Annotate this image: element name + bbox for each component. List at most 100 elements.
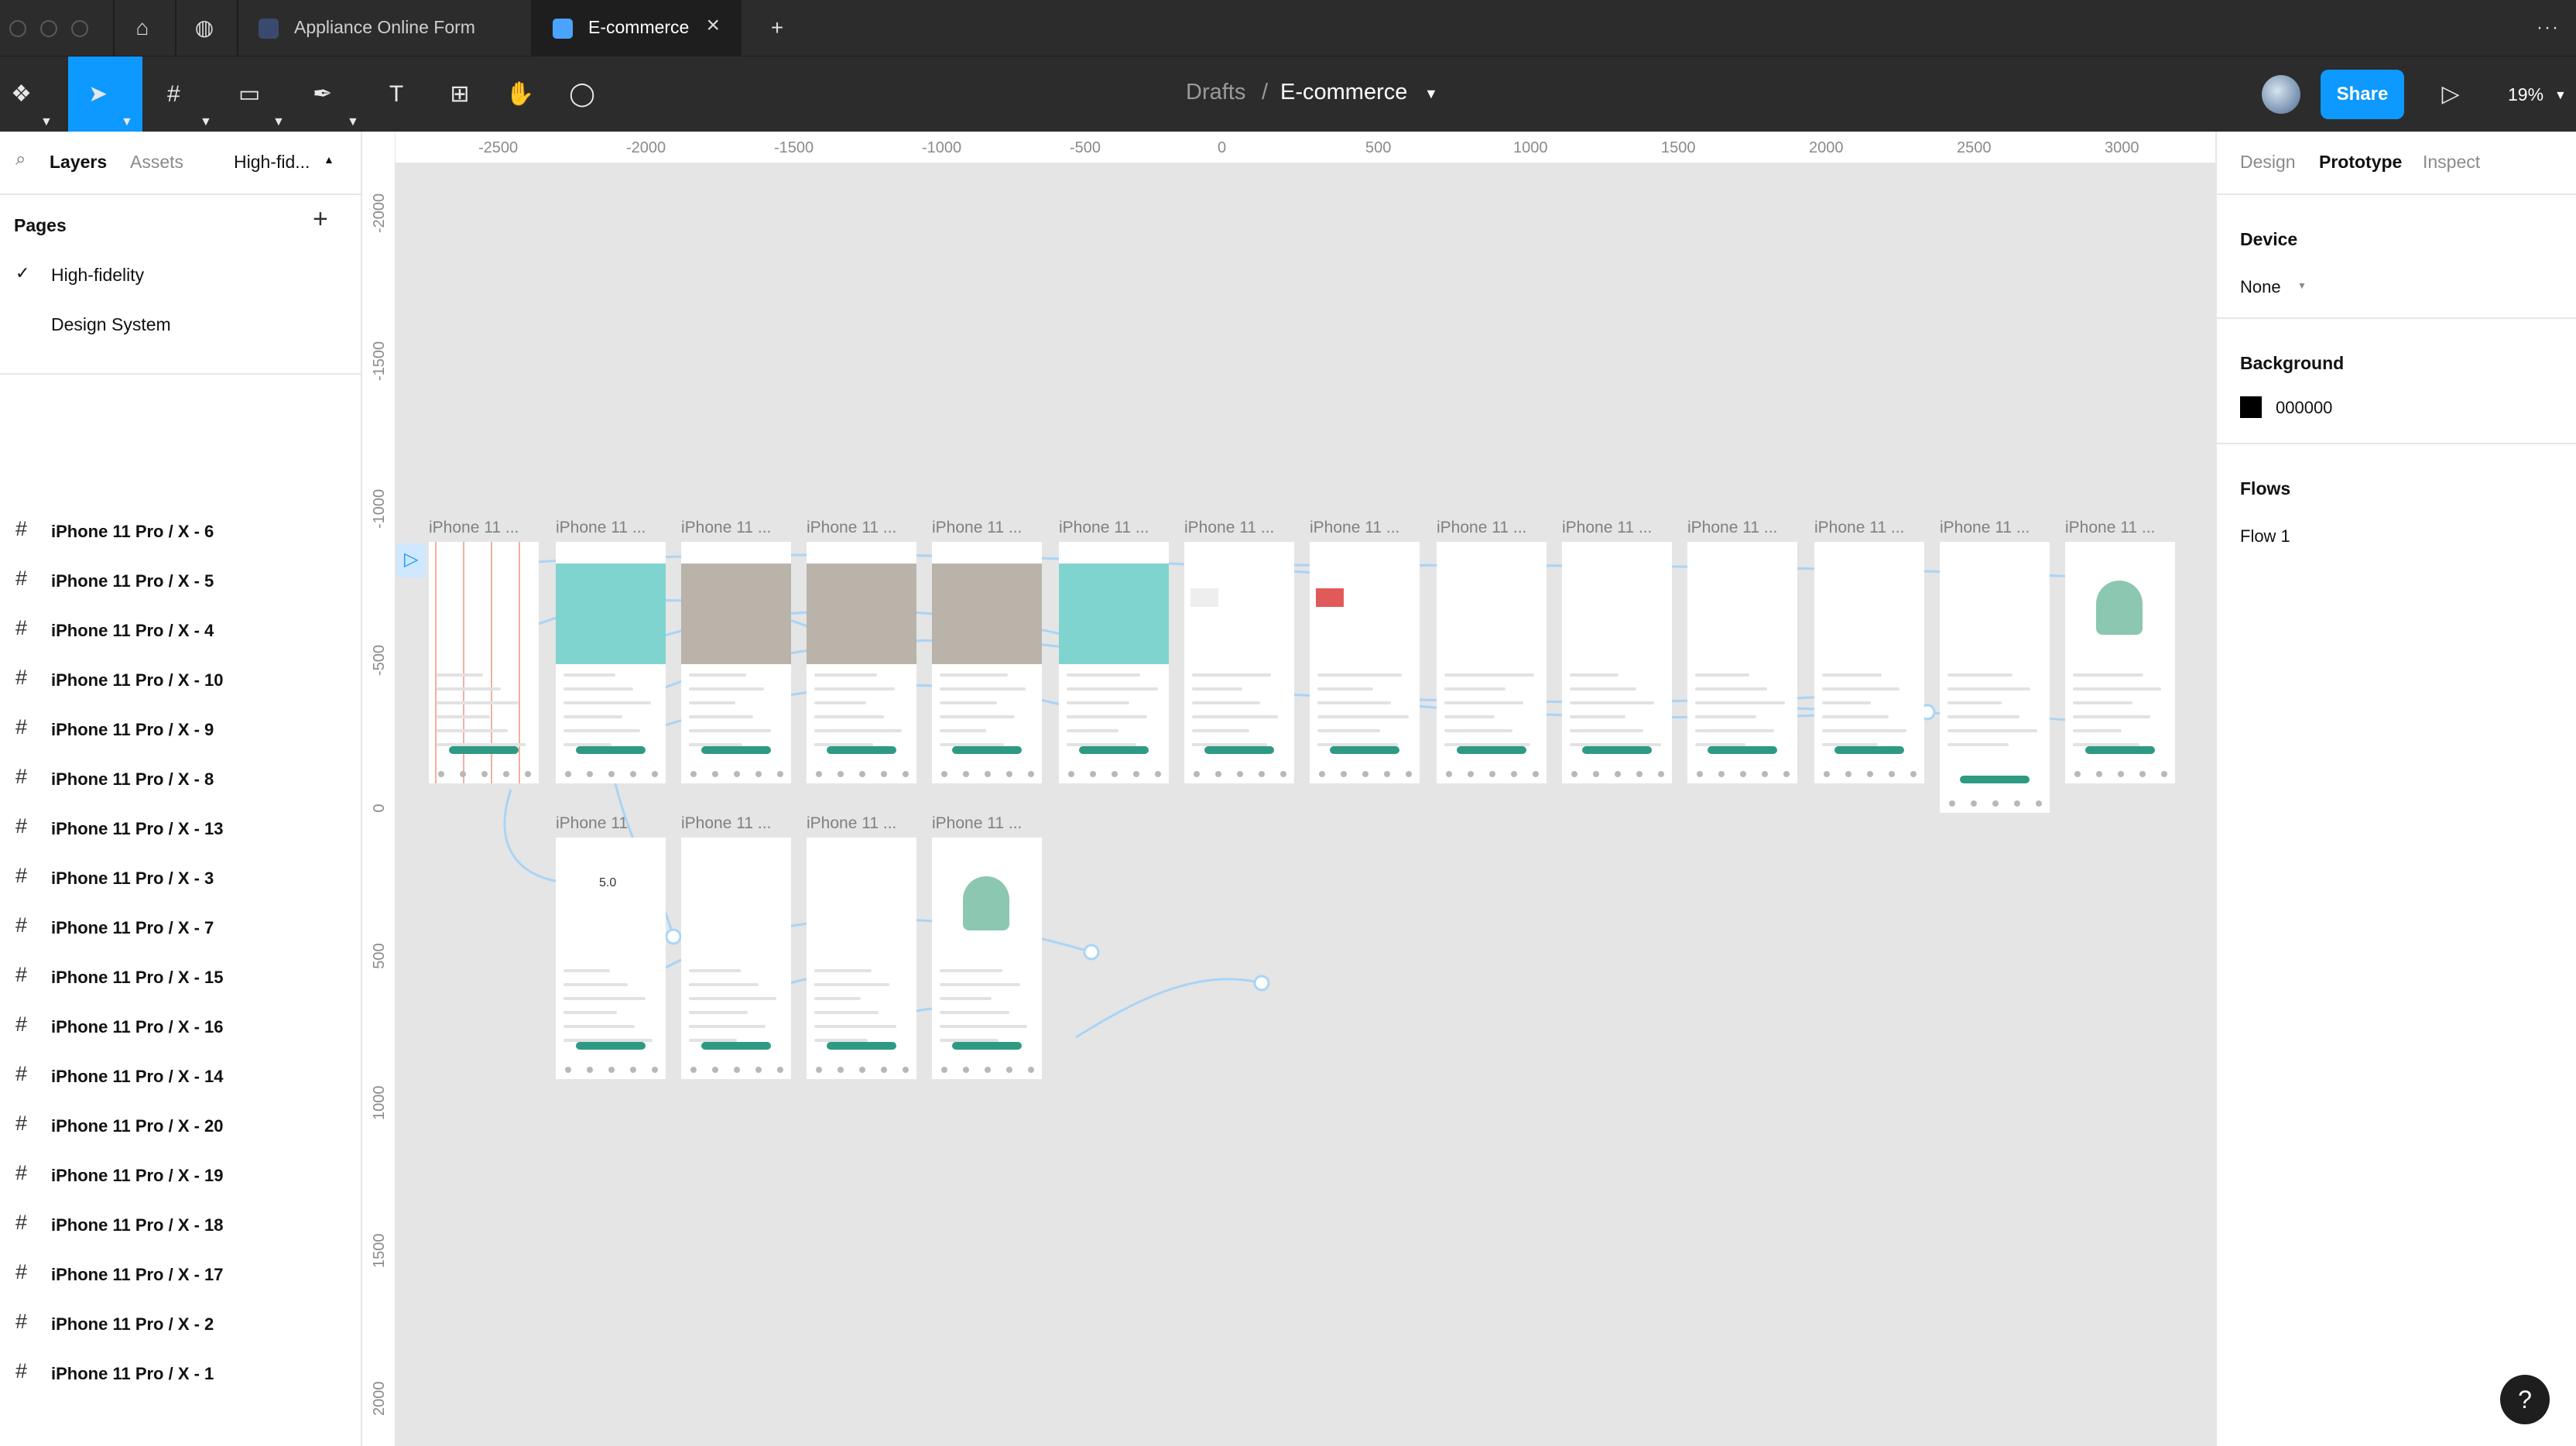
frame-label[interactable]: iPhone 11 ... <box>429 519 519 537</box>
tab-prototype[interactable]: Prototype <box>2319 152 2402 173</box>
hand-tool-button[interactable]: ✋ <box>505 57 536 132</box>
device-select[interactable]: None <box>2240 277 2281 297</box>
iphone-frame[interactable] <box>1562 542 1672 783</box>
layer-item[interactable]: # iPhone 11 Pro / X - 13 <box>0 804 361 853</box>
iphone-frame[interactable] <box>1184 542 1294 783</box>
iphone-frame[interactable] <box>807 838 916 1079</box>
design-canvas[interactable]: ▷ iPhone 11 ... iPhone 11 ... iPhone 11 ..… <box>395 163 2215 1446</box>
iphone-frame[interactable] <box>1814 542 1924 783</box>
frame-label[interactable]: iPhone 11 ... <box>1562 519 1652 537</box>
resources-button[interactable]: ⊞ <box>444 57 475 132</box>
page-item-high-fidelity[interactable]: ✓ High-fidelity <box>0 251 361 300</box>
iphone-frame[interactable] <box>681 542 791 783</box>
frame-label[interactable]: iPhone 11 ... <box>1184 519 1274 537</box>
frame-label[interactable]: iPhone 11 ... <box>1940 519 2030 537</box>
new-tab-plus-icon[interactable]: + <box>763 14 791 42</box>
frame-label[interactable]: iPhone 11 ... <box>2065 519 2155 537</box>
page-item-design-system[interactable]: Design System <box>0 300 361 350</box>
comment-tool-button[interactable]: ◯ <box>567 57 598 132</box>
shape-tool-button[interactable]: ▭ ▼ <box>232 57 296 132</box>
background-color-swatch[interactable] <box>2240 396 2262 418</box>
iphone-frame[interactable] <box>932 838 1042 1079</box>
window-maximize-control[interactable] <box>71 20 88 37</box>
present-button[interactable]: ▷ <box>2435 57 2466 132</box>
tab-assets[interactable]: Assets <box>130 152 183 173</box>
iphone-frame[interactable] <box>807 542 916 783</box>
iphone-frame[interactable]: 5.0 <box>556 838 666 1079</box>
layer-item[interactable]: # iPhone 11 Pro / X - 5 <box>0 556 361 605</box>
iphone-frame[interactable] <box>1687 542 1797 783</box>
chevron-up-icon[interactable]: ▲ <box>324 153 334 166</box>
layer-item[interactable]: # iPhone 11 Pro / X - 6 <box>0 506 361 556</box>
help-button[interactable]: ? <box>2500 1375 2550 1424</box>
layer-item[interactable]: # iPhone 11 Pro / X - 2 <box>0 1299 361 1348</box>
frame-label[interactable]: iPhone 11 ... <box>1687 519 1777 537</box>
close-icon[interactable]: × <box>706 12 720 39</box>
tab-layers[interactable]: Layers <box>50 152 107 173</box>
iphone-frame[interactable] <box>1310 542 1420 783</box>
tab-inspect[interactable]: Inspect <box>2423 152 2480 173</box>
window-minimize-control[interactable] <box>40 20 57 37</box>
window-close-control[interactable] <box>9 20 26 37</box>
frame-label[interactable]: iPhone 11 ... <box>1310 519 1399 537</box>
iphone-frame[interactable] <box>681 838 791 1079</box>
more-options-icon[interactable]: ··· <box>2534 14 2562 42</box>
user-avatar[interactable] <box>2262 75 2300 114</box>
frame-label[interactable]: iPhone 11 ... <box>1059 519 1149 537</box>
breadcrumb-drafts[interactable]: Drafts <box>1186 80 1245 105</box>
iphone-frame[interactable] <box>932 542 1042 783</box>
text-tool-button[interactable]: T <box>381 57 412 132</box>
connection-node[interactable] <box>1083 944 1100 961</box>
frame-label[interactable]: iPhone 11 ... <box>1814 519 1904 537</box>
frame-label[interactable]: iPhone 11 ... <box>932 814 1022 833</box>
iphone-frame[interactable] <box>1940 542 2050 813</box>
layer-item[interactable]: # iPhone 11 Pro / X - 18 <box>0 1200 361 1249</box>
frame-label[interactable]: iPhone 11 ... <box>807 814 896 833</box>
add-page-plus-icon[interactable]: + <box>313 204 328 235</box>
frame-label[interactable]: iPhone 11 ... <box>681 519 771 537</box>
prototype-connection[interactable] <box>1075 978 1262 1039</box>
layer-item[interactable]: # iPhone 11 Pro / X - 8 <box>0 754 361 804</box>
layer-item[interactable]: # iPhone 11 Pro / X - 15 <box>0 952 361 1002</box>
layer-item[interactable]: # iPhone 11 Pro / X - 16 <box>0 1002 361 1051</box>
page-dropdown[interactable]: High-fid... <box>234 152 310 173</box>
iphone-frame[interactable] <box>2065 542 2175 783</box>
frame-label[interactable]: iPhone 11 ... <box>681 814 771 833</box>
chevron-down-icon[interactable]: ▼ <box>2554 89 2567 103</box>
frame-tool-button[interactable]: # ▼ <box>159 57 223 132</box>
globe-icon[interactable]: ◍ <box>190 14 218 42</box>
chevron-down-icon[interactable]: ▼ <box>1424 86 1438 102</box>
move-tool-button[interactable]: ➤ ▼ <box>68 57 142 132</box>
iphone-frame[interactable] <box>1059 542 1169 783</box>
search-icon[interactable]: ⌕ <box>15 149 26 170</box>
layer-item[interactable]: # iPhone 11 Pro / X - 9 <box>0 704 361 754</box>
flow-item[interactable]: Flow 1 <box>2240 526 2290 547</box>
layer-item[interactable]: # iPhone 11 Pro / X - 3 <box>0 853 361 903</box>
iphone-frame[interactable] <box>1437 542 1547 783</box>
frame-label[interactable]: iPhone 11 ... <box>556 519 646 537</box>
frame-label[interactable]: iPhone 11 ... <box>932 519 1022 537</box>
tab-design[interactable]: Design <box>2240 152 2296 173</box>
layer-item[interactable]: # iPhone 11 Pro / X - 10 <box>0 655 361 704</box>
tab-appliance-online-form[interactable]: Appliance Online Form <box>238 0 531 56</box>
zoom-level[interactable]: 19% <box>2508 84 2543 105</box>
tab-e-commerce[interactable]: E-commerce × <box>533 0 742 56</box>
background-hex-value[interactable]: 000000 <box>2276 398 2332 418</box>
layer-item[interactable]: # iPhone 11 Pro / X - 4 <box>0 605 361 655</box>
frame-label[interactable]: iPhone 11 ... <box>1437 519 1526 537</box>
file-name[interactable]: E-commerce <box>1280 80 1407 105</box>
layer-item[interactable]: # iPhone 11 Pro / X - 20 <box>0 1101 361 1150</box>
main-menu-button[interactable]: ❖ ▼ <box>0 57 62 132</box>
layer-item[interactable]: # iPhone 11 Pro / X - 19 <box>0 1150 361 1200</box>
pen-tool-button[interactable]: ✒ ▼ <box>307 57 370 132</box>
frame-label[interactable]: iPhone 11 ... <box>807 519 896 537</box>
connection-node[interactable] <box>1253 975 1270 992</box>
frame-label[interactable]: iPhone 11 <box>556 814 628 833</box>
layer-item[interactable]: # iPhone 11 Pro / X - 17 <box>0 1249 361 1299</box>
connection-node[interactable] <box>665 928 682 945</box>
iphone-frame[interactable] <box>429 542 539 783</box>
home-icon[interactable]: ⌂ <box>128 14 156 42</box>
iphone-frame[interactable] <box>556 542 666 783</box>
layer-item[interactable]: # iPhone 11 Pro / X - 14 <box>0 1051 361 1101</box>
share-button[interactable]: Share <box>2321 70 2404 119</box>
